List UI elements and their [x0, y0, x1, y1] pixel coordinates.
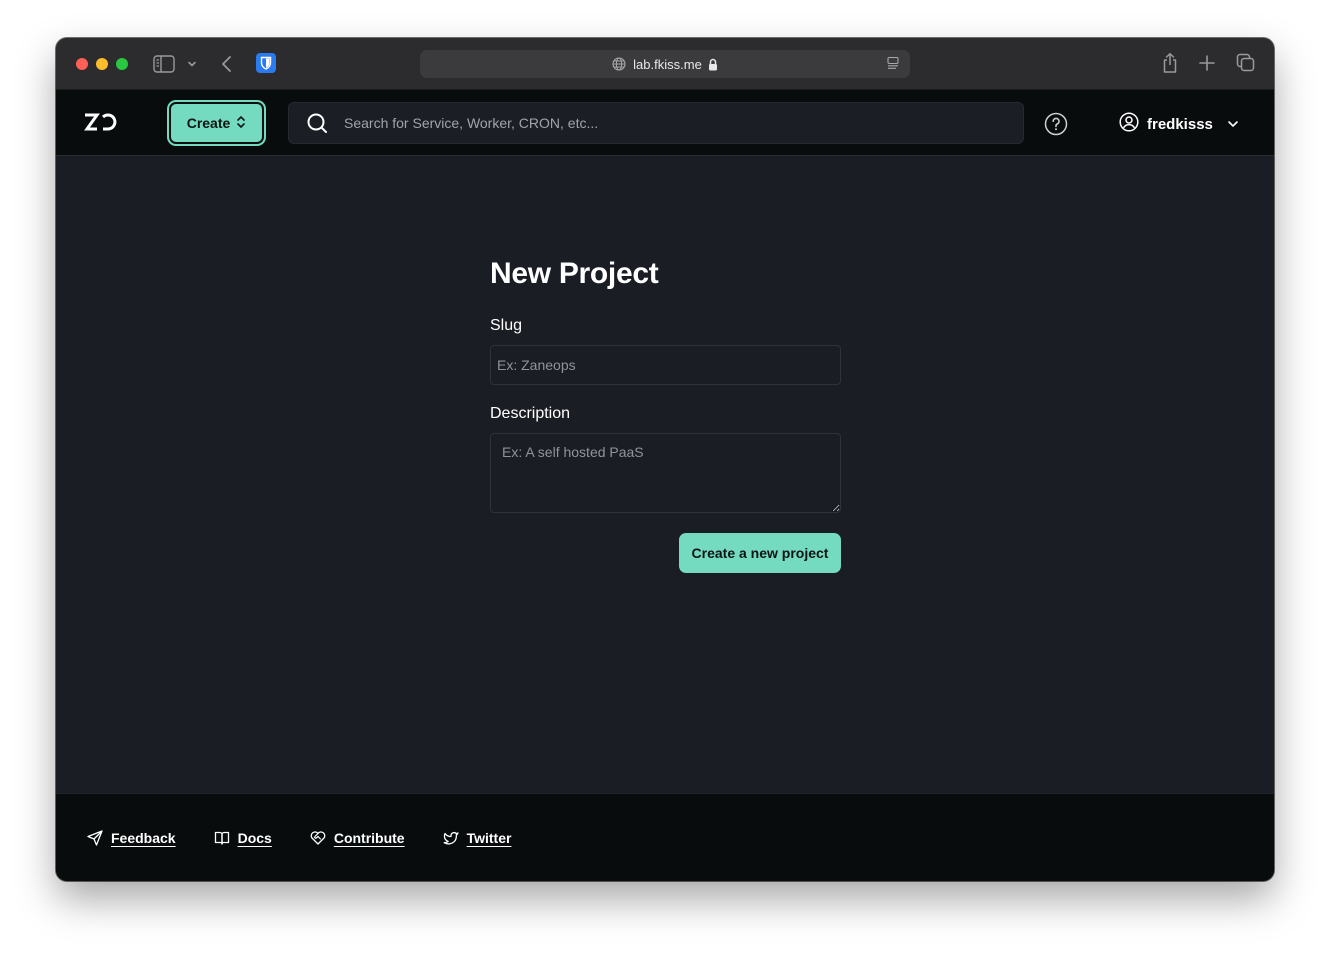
url-text: lab.fkiss.me: [633, 56, 702, 72]
description-label: Description: [490, 405, 571, 422]
globe-icon: [612, 57, 626, 71]
chevron-up-down-icon: [236, 115, 246, 132]
heart-handshake-icon: [310, 830, 326, 846]
minimize-window-button[interactable]: [96, 58, 108, 70]
footer-link-label: Contribute: [333, 829, 405, 846]
footer-link-twitter[interactable]: Twitter: [443, 829, 512, 846]
help-icon[interactable]: [1044, 112, 1068, 136]
bitwarden-extension-icon[interactable]: [256, 53, 276, 73]
footer-link-label: Twitter: [466, 829, 512, 846]
form-actions: Create a new project: [490, 533, 841, 573]
slug-input[interactable]: [490, 345, 841, 385]
user-avatar-icon: [1119, 112, 1139, 136]
book-icon: [214, 830, 230, 846]
footer-link-feedback[interactable]: Feedback: [87, 830, 176, 846]
close-window-button[interactable]: [76, 58, 88, 70]
slug-label: Slug: [490, 317, 523, 334]
create-button-label: Create: [186, 115, 231, 131]
chevron-down-icon[interactable]: [186, 56, 198, 72]
new-tab-icon[interactable]: [1198, 54, 1216, 72]
create-project-button[interactable]: Create a new project: [679, 533, 841, 573]
twitter-icon: [443, 830, 459, 846]
main-content: New Project Slug Description Create a ne…: [56, 157, 1274, 793]
search-input[interactable]: [344, 115, 1023, 131]
browser-toolbar: lab.fkiss.me: [56, 38, 1274, 90]
new-project-form: New Project Slug Description Create a ne…: [490, 257, 841, 573]
chevron-down-icon: [1227, 120, 1239, 128]
username: fredkisss: [1147, 115, 1213, 133]
lock-icon: [708, 58, 718, 71]
tab-overview-icon[interactable]: [1236, 53, 1256, 73]
share-icon[interactable]: [1161, 52, 1179, 74]
footer-link-label: Feedback: [111, 829, 176, 846]
sidebar-toggle-icon[interactable]: [153, 54, 175, 74]
app-header: Create fredkisss: [56, 90, 1274, 156]
footer-link-contribute[interactable]: Contribute: [310, 830, 405, 846]
search-icon: [306, 112, 328, 134]
user-menu[interactable]: fredkisss: [1119, 110, 1239, 138]
back-arrow-icon[interactable]: [218, 54, 234, 74]
create-dropdown-button[interactable]: Create: [169, 102, 264, 144]
description-textarea[interactable]: [490, 433, 841, 513]
footer-link-label: Docs: [237, 829, 272, 846]
page-title: New Project: [490, 257, 659, 290]
zaneops-logo[interactable]: [83, 112, 117, 132]
address-bar[interactable]: lab.fkiss.me: [420, 50, 910, 78]
zoom-window-button[interactable]: [116, 58, 128, 70]
reader-mode-icon[interactable]: [886, 56, 900, 70]
send-icon: [87, 829, 103, 846]
footer-link-docs[interactable]: Docs: [214, 830, 272, 846]
browser-window: lab.fkiss.me Create Search for Service, …: [56, 38, 1274, 881]
footer: Feedback Docs Contribute Twitter: [56, 793, 1274, 881]
global-search[interactable]: [288, 102, 1024, 144]
